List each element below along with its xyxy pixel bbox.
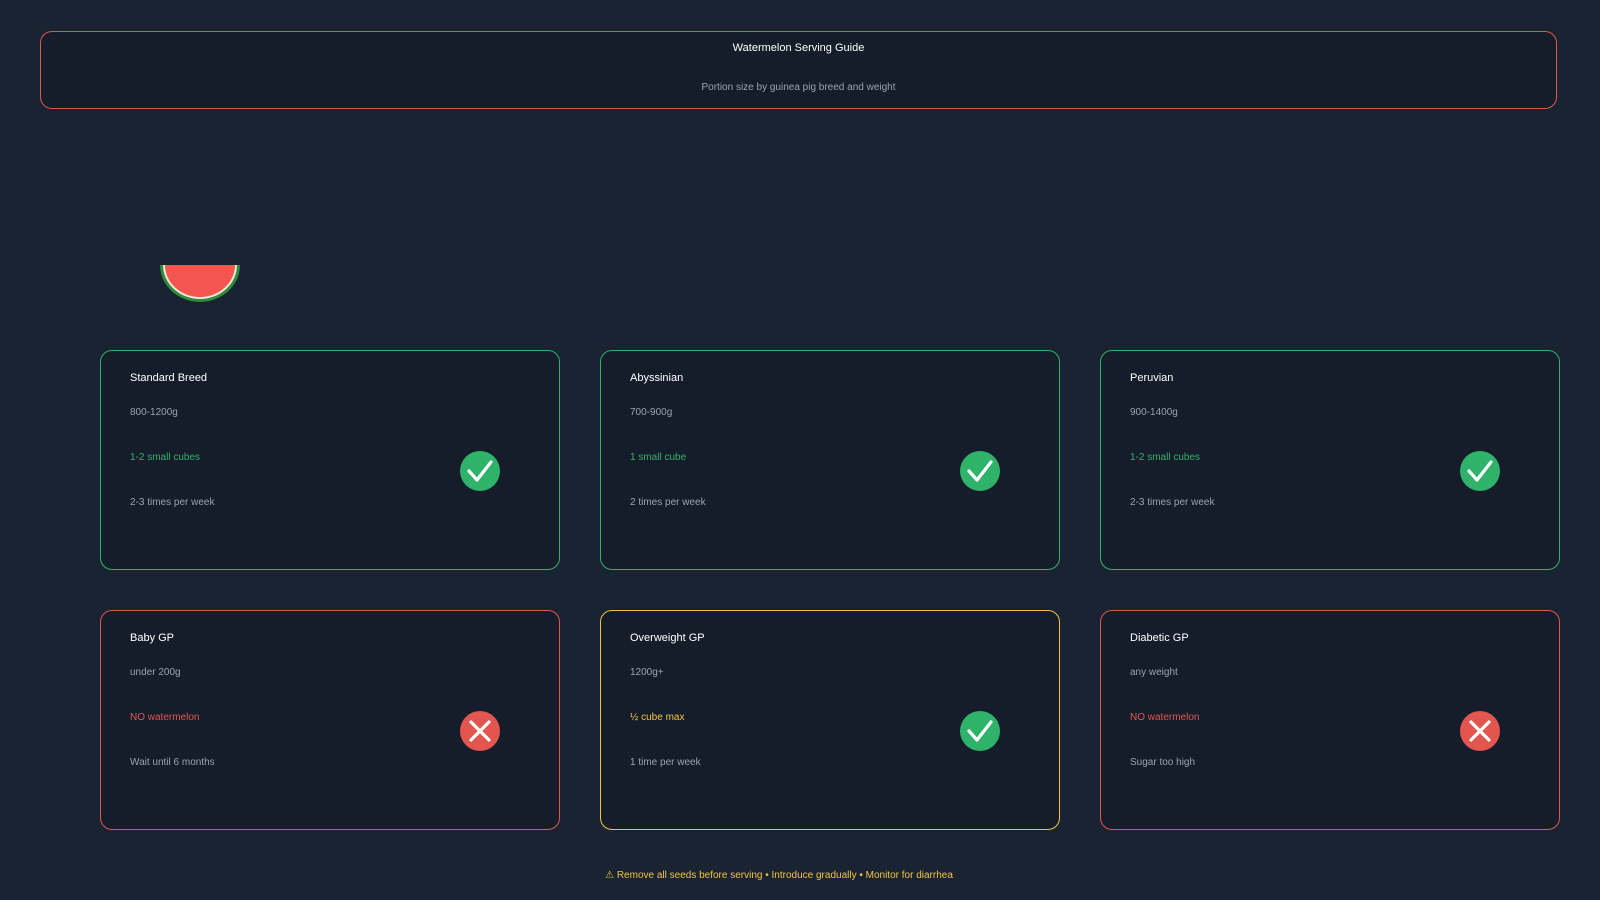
check-icon: [960, 451, 1000, 491]
card-portion: NO watermelon: [1130, 712, 1200, 723]
safety-notes: ⚠ Remove all seeds before serving • Intr…: [605, 870, 953, 881]
card-breed-name: Overweight GP: [630, 632, 705, 644]
guide-header: Watermelon Serving Guide Portion size by…: [40, 31, 1557, 109]
card-frequency: Wait until 6 months: [130, 757, 215, 768]
watermelon-icon: [160, 265, 240, 302]
card-frequency: 2-3 times per week: [1130, 497, 1215, 508]
card-weight: 900-1400g: [1130, 407, 1178, 418]
card-frequency: 2 times per week: [630, 497, 706, 508]
cross-icon: [460, 711, 500, 751]
card-weight: 1200g+: [630, 667, 664, 678]
card-portion: 1-2 small cubes: [130, 452, 201, 463]
page-subtitle: Portion size by guinea pig breed and wei…: [701, 82, 896, 93]
card-frequency: Sugar too high: [1130, 757, 1196, 768]
breed-card-baby: Baby GP under 200g NO watermelon Wait un…: [100, 610, 560, 830]
breed-card-standard: Standard Breed 800-1200g 1-2 small cubes…: [100, 350, 560, 570]
card-weight: any weight: [1130, 667, 1178, 678]
breed-card-overweight: Overweight GP 1200g+ ½ cube max 1 time p…: [600, 610, 1060, 830]
card-frequency: 1 time per week: [630, 757, 701, 768]
card-weight: under 200g: [130, 667, 181, 678]
card-breed-name: Peruvian: [1130, 372, 1174, 384]
card-portion: NO watermelon: [130, 712, 200, 723]
check-icon: [1460, 451, 1500, 491]
breed-card-diabetic: Diabetic GP any weight NO watermelon Sug…: [1100, 610, 1560, 830]
breed-card-peruvian: Peruvian 900-1400g 1-2 small cubes 2-3 t…: [1100, 350, 1560, 570]
check-icon: [460, 451, 500, 491]
card-breed-name: Baby GP: [130, 632, 175, 644]
card-weight: 700-900g: [630, 407, 673, 418]
card-breed-name: Standard Breed: [130, 372, 208, 384]
page-title: Watermelon Serving Guide: [732, 42, 865, 54]
breed-card-abyssinian: Abyssinian 700-900g 1 small cube 2 times…: [600, 350, 1060, 570]
card-portion: 1-2 small cubes: [1130, 452, 1201, 463]
check-icon: [960, 711, 1000, 751]
card-breed-name: Abyssinian: [630, 372, 684, 384]
card-breed-name: Diabetic GP: [1130, 632, 1189, 644]
card-frequency: 2-3 times per week: [130, 497, 215, 508]
cross-icon: [1460, 711, 1500, 751]
serving-guide-page: Watermelon Serving Guide Portion size by…: [0, 0, 1600, 900]
card-weight: 800-1200g: [130, 407, 178, 418]
card-portion: 1 small cube: [630, 452, 687, 463]
card-portion: ½ cube max: [630, 712, 685, 723]
